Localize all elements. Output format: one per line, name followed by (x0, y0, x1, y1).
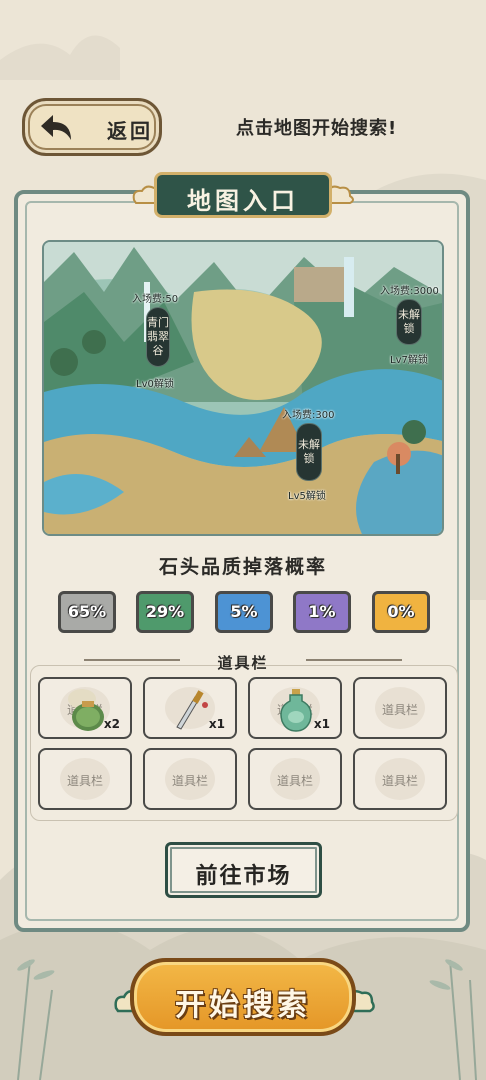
market-button-label: 前往市场 (195, 864, 292, 889)
dagger-icon (176, 690, 208, 730)
item-count: x2 (103, 717, 120, 731)
item-slot-empty[interactable]: 道具栏 (143, 748, 237, 810)
drop-rate-common: 65% (58, 591, 116, 633)
item-slot-empty[interactable]: 道具栏 (353, 677, 447, 739)
go-to-market-button[interactable]: 前往市场 (165, 842, 322, 898)
panel-title-banner: 地图入口 (154, 172, 332, 218)
herb-pot-icon (68, 689, 104, 731)
item-count: x1 (208, 717, 225, 731)
location-fee: 入场费:3000 (380, 286, 439, 297)
drop-rate-rare: 5% (215, 591, 273, 633)
search-hint: 点击地图开始搜索! (236, 118, 398, 139)
drop-rate-title: 石头品质掉落概率 (158, 556, 327, 578)
back-button[interactable]: 返回 (22, 98, 162, 156)
item-slot[interactable]: x1 (143, 677, 237, 739)
location-name: 未解锁 (396, 299, 422, 345)
item-slot[interactable]: 道具栏 x2 (38, 677, 132, 739)
map-location-locked-lv7[interactable]: 入场费:3000 未解锁 Lv7解锁 (380, 282, 439, 366)
item-slot-empty[interactable]: 道具栏 (38, 748, 132, 810)
start-search-label: 开始搜索 (175, 988, 311, 1023)
map-location-qingmen[interactable]: 入场费:50 青门翡翠谷 Lv0解锁 (132, 290, 178, 390)
drop-rate-legendary: 0% (372, 591, 430, 633)
item-slot-empty[interactable]: 道具栏 (248, 748, 342, 810)
item-count: x1 (313, 717, 330, 731)
back-arrow-icon (41, 115, 71, 140)
drop-rate-epic: 1% (293, 591, 351, 633)
item-slot[interactable]: 道具栏 x1 (248, 677, 342, 739)
location-name: 未解锁 (296, 423, 322, 481)
item-slot-empty[interactable]: 道具栏 (353, 748, 447, 810)
jade-potion-icon (280, 689, 312, 732)
drop-rate-uncommon: 29% (136, 591, 194, 633)
panel-title: 地图入口 (187, 187, 299, 215)
item-bar-title: 道具栏 (217, 654, 269, 672)
location-unlock: Lv7解锁 (390, 355, 428, 366)
back-button-label: 返回 (107, 119, 153, 143)
location-fee: 入场费:50 (132, 294, 179, 305)
world-map[interactable]: 入场费:50 青门翡翠谷 Lv0解锁 入场费:3000 未解锁 Lv7解锁 入场… (42, 240, 444, 536)
location-unlock: Lv5解锁 (288, 491, 326, 502)
map-location-locked-lv5[interactable]: 入场费:300 未解锁 Lv5解锁 (282, 406, 334, 502)
location-unlock: Lv0解锁 (136, 379, 174, 390)
location-name: 青门翡翠谷 (146, 307, 170, 367)
location-fee: 入场费:300 (282, 410, 335, 421)
start-search-button[interactable]: 开始搜索 (130, 958, 356, 1036)
